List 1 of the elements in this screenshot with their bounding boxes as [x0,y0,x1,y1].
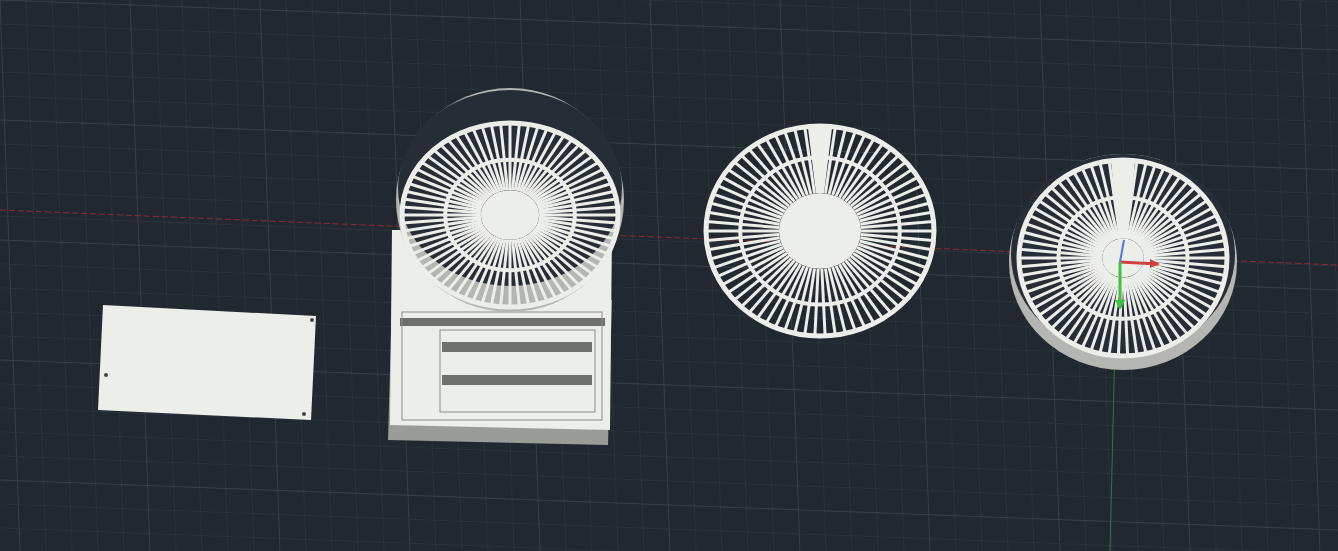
cad-viewport[interactable] [0,0,1338,551]
